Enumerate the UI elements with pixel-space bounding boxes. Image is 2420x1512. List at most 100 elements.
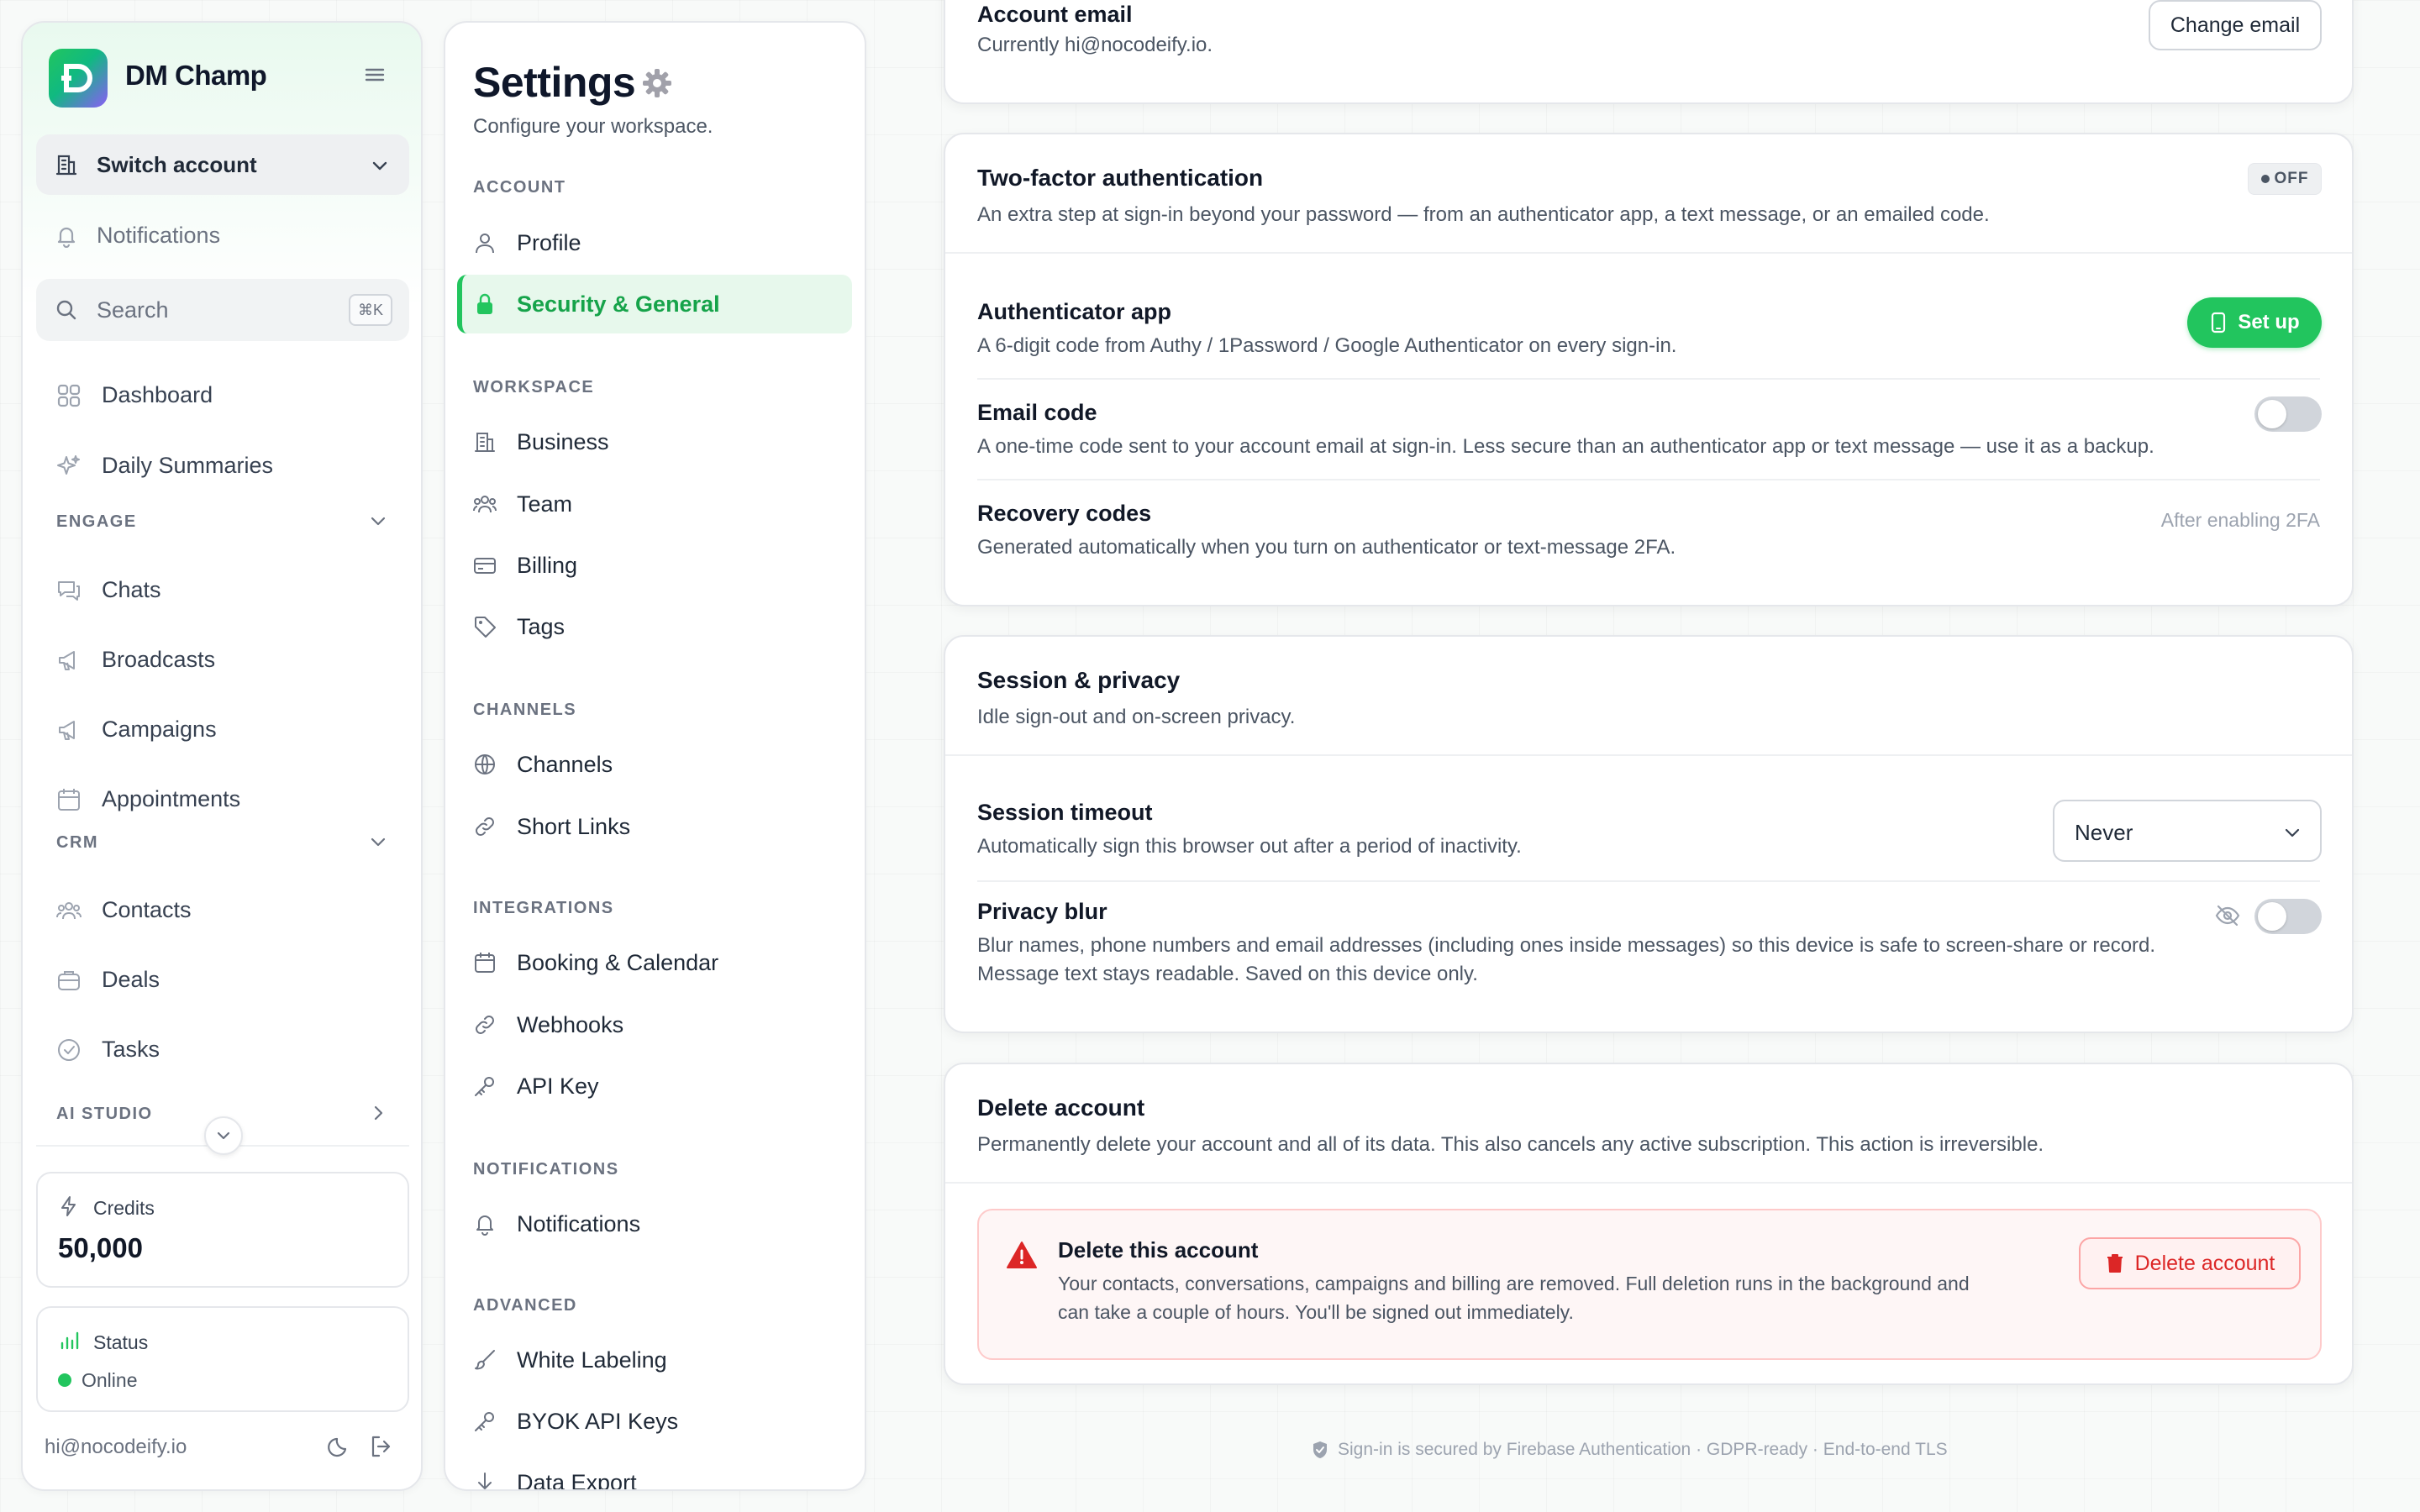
recovery-codes-description: Generated automatically when you turn on… [977,536,1676,559]
danger-zone-box: Delete this account Your contacts, conve… [977,1209,2322,1360]
status-card: Status Online [36,1306,409,1412]
chevron-down-icon[interactable] [367,831,389,853]
sidebar-item-label: Campaigns [102,717,217,742]
delete-button-label: Delete account [2134,1251,2275,1275]
authenticator-title: Authenticator app [977,299,1172,324]
change-email-button[interactable]: Change email [2149,0,2322,50]
brand-logo[interactable] [49,49,108,108]
key-icon [475,1412,494,1431]
credits-value: 50,000 [58,1232,143,1263]
lock-icon [477,293,492,314]
account-email-card: Account email Currently hi@nocodeify.io.… [944,0,2354,104]
security-footer: Sign-in is secured by Firebase Authentic… [1311,1440,1948,1460]
email-code-description: A one-time code sent to your account ema… [977,435,2154,458]
switch-account-button[interactable]: Switch account [36,134,409,195]
delete-account-button[interactable]: Delete account [2079,1237,2301,1289]
search-input[interactable]: Search ⌘K [36,279,409,341]
two-factor-description: An extra step at sign-in beyond your pas… [977,203,1990,226]
privacy-blur-toggle[interactable] [2254,899,2322,934]
nav-item-data-export[interactable]: Data Export [473,1462,637,1489]
session-timeout-select[interactable]: Never [2053,800,2322,862]
settings-nav: Settings Configure your workspace. ACCOU… [444,21,866,1491]
logout-icon[interactable] [369,1434,394,1459]
sidebar-item-deals[interactable]: Deals [56,967,160,993]
nav-item-label: White Labeling [517,1347,667,1373]
nav-item-short-links[interactable]: Short Links [473,806,630,848]
status-online-dot [58,1373,71,1387]
chevron-right-icon[interactable] [367,1102,389,1124]
email-code-toggle[interactable] [2254,396,2322,432]
link-icon [476,1016,494,1034]
nav-item-notifications[interactable]: Notifications [473,1203,640,1245]
account-email-current: Currently hi@nocodeify.io. [977,34,1213,56]
search-shortcut-badge: ⌘K [349,294,392,326]
setup-button-label: Set up [2238,311,2300,333]
briefcase-icon [58,970,80,990]
footer-text: Sign-in is secured by Firebase Authentic… [1338,1440,1948,1459]
nav-item-tags[interactable]: Tags [473,606,565,648]
privacy-blur-description: Blur names, phone numbers and email addr… [977,934,2156,957]
nav-item-label: Short Links [517,813,631,839]
menu-toggle-icon[interactable] [363,63,387,87]
status-label: Status [93,1331,149,1353]
setup-authenticator-button[interactable]: Set up [2187,297,2322,348]
warning-icon [1007,1242,1037,1268]
sidebar-item-tasks[interactable]: Tasks [56,1037,160,1063]
chevron-down-icon[interactable] [367,510,389,532]
nav-item-label: Booking & Calendar [517,949,719,975]
nav-item-booking[interactable]: Booking & Calendar [473,942,718,984]
sidebar-item-appointments[interactable]: Appointments [56,786,240,812]
recovery-codes-title: Recovery codes [977,501,1152,526]
brand-name: DM Champ [125,60,267,91]
moon-icon[interactable] [327,1434,352,1459]
gear-icon [643,69,671,97]
credits-label: Credits [93,1197,155,1219]
delete-account-card: Delete account Permanently delete your a… [944,1063,2354,1385]
sidebar-item-dashboard[interactable]: Dashboard [56,382,213,408]
section-heading-ai-studio: AI STUDIO [56,1105,153,1123]
danger-box-text-2: can take a couple of hours. You'll be si… [1058,1301,1574,1323]
session-timeout-title: Session timeout [977,800,1153,825]
nav-item-api-key[interactable]: API Key [473,1065,599,1107]
nav-item-profile[interactable]: Profile [473,222,581,264]
session-timeout-description: Automatically sign this browser out afte… [977,835,1522,858]
sidebar-item-chats[interactable]: Chats [56,577,161,603]
shield-icon [1313,1441,1327,1458]
sidebar-item-contacts[interactable]: Contacts [56,897,192,923]
page-subtitle: Configure your workspace. [473,115,713,138]
nav-item-webhooks[interactable]: Webhooks [473,1004,623,1046]
nav-item-label: Team [517,491,573,517]
privacy-blur-title: Privacy blur [977,899,1107,924]
link-icon [476,817,494,836]
sidebar-item-label: Chats [102,577,161,602]
phone-icon [2212,312,2226,333]
account-email-title: Account email [977,2,1133,27]
nav-item-label: Security & General [517,291,720,317]
sidebar-item-label: Appointments [102,786,241,811]
nav-item-label: Webhooks [517,1011,624,1037]
session-privacy-card: Session & privacy Idle sign-out and on-s… [944,635,2354,1033]
delete-account-title: Delete account [977,1095,1145,1121]
trash-icon [2107,1254,2123,1273]
bar-chart-icon [60,1331,79,1350]
sidebar-item-campaigns[interactable]: Campaigns [56,717,217,743]
calendar-icon [58,788,80,811]
nav-item-label: Channels [517,751,613,777]
check-circle-icon [58,1038,80,1061]
nav-item-byok[interactable]: BYOK API Keys [473,1400,678,1442]
nav-item-business[interactable]: Business [473,421,609,463]
sidebar-item-label: Deals [102,967,160,992]
nav-section-workspace: WORKSPACE [473,378,595,396]
nav-item-security[interactable]: Security & General [473,283,720,325]
nav-item-billing[interactable]: Billing [473,544,577,586]
sidebar-item-broadcasts[interactable]: Broadcasts [56,647,215,673]
sidebar-item-daily-summaries[interactable]: Daily Summaries [56,453,273,479]
nav-item-label: BYOK API Keys [517,1408,679,1434]
nav-item-white-labeling[interactable]: White Labeling [473,1339,667,1381]
nav-item-channels[interactable]: Channels [473,743,613,785]
sidebar-item-notifications[interactable]: Notifications [55,223,220,249]
nav-item-team[interactable]: Team [473,483,572,525]
switch-account-label: Switch account [97,151,257,177]
scroll-more-button[interactable] [204,1116,243,1155]
grid-icon [57,384,81,407]
